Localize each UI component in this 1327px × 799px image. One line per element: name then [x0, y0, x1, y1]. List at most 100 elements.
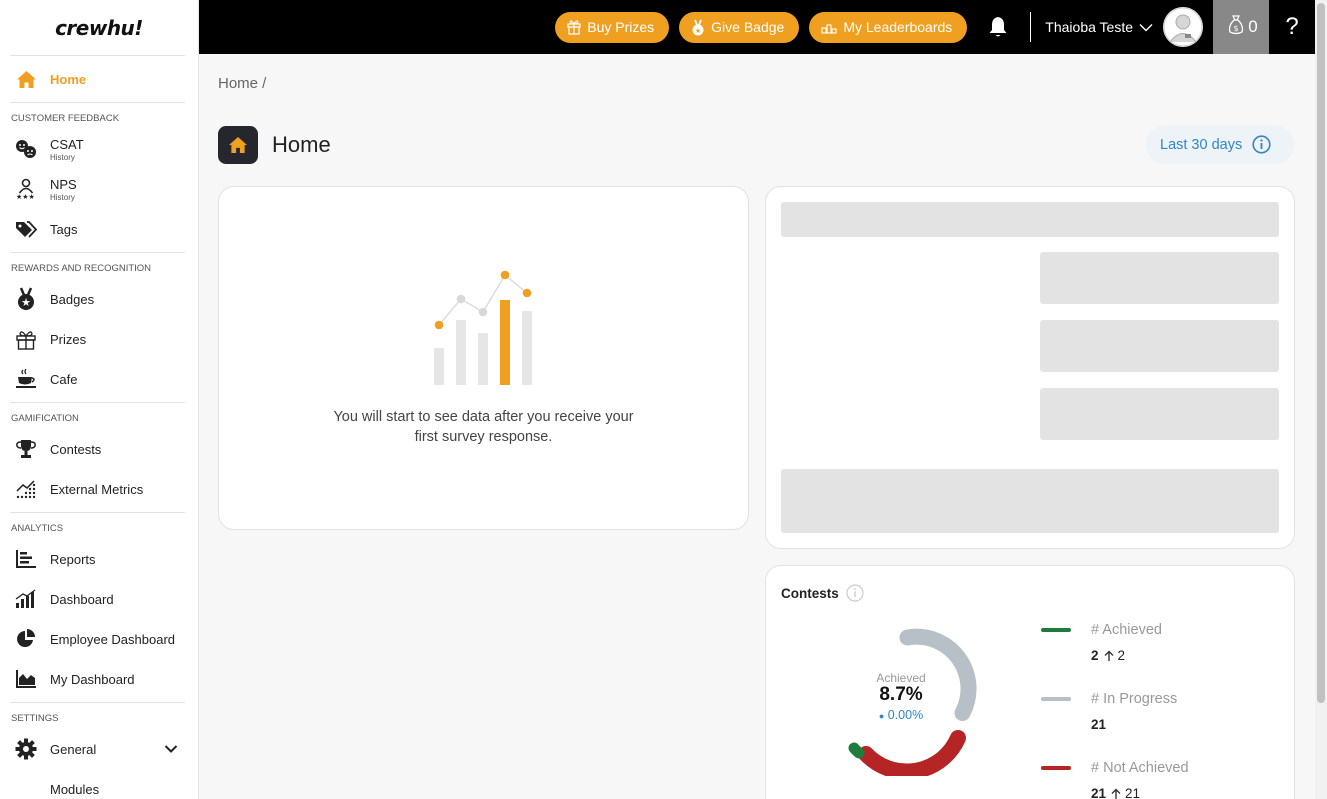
donut-center-label: Achieved	[876, 671, 926, 685]
svg-text:$: $	[1234, 24, 1239, 33]
skeleton-bar	[1040, 388, 1279, 440]
section-rewards: REWARDS AND RECOGNITION	[11, 263, 152, 274]
gift-icon	[15, 328, 37, 350]
skeleton-bar	[1040, 320, 1279, 372]
date-range-label: Last 30 days	[1160, 136, 1243, 153]
buy-prizes-button[interactable]: Buy Prizes	[555, 11, 670, 43]
smiley-faces-icon	[15, 138, 37, 160]
donut-center-delta: ● 0.00%	[878, 708, 924, 722]
section-customer-feedback: CUSTOMER FEEDBACK	[11, 113, 120, 124]
legend-value: 21	[1091, 717, 1107, 732]
avatar[interactable]	[1163, 7, 1203, 47]
breadcrumb[interactable]: Home /	[218, 75, 266, 92]
bar-list-icon	[15, 548, 37, 570]
legend-swatch	[1041, 628, 1071, 632]
sidebar-item-label: General	[50, 741, 97, 757]
sidebar-item-label: Home	[50, 71, 87, 87]
sidebar-item-cafe[interactable]: Cafe	[0, 359, 198, 399]
legend-value: 2 2	[1091, 648, 1126, 663]
sidebar-item-badges[interactable]: ★ Badges	[0, 279, 198, 319]
sidebar-item-employee-dashboard[interactable]: Employee Dashboard	[0, 619, 198, 659]
info-icon[interactable]	[846, 584, 864, 602]
legend-swatch	[1041, 766, 1071, 770]
sidebar-item-sublabel: History	[50, 152, 75, 162]
contests-card: Contests Achieved 8.7% ● 0.00% # Achieve…	[765, 565, 1295, 799]
top-bar: Buy Prizes ★ Give Badge My Leaderboards …	[199, 0, 1315, 54]
sidebar-item-reports[interactable]: Reports	[0, 539, 198, 579]
sidebar-item-label: Cafe	[50, 371, 78, 387]
skeleton-bar	[1040, 252, 1279, 304]
svg-text:★★★: ★★★	[16, 193, 35, 200]
sidebar: crewhu! Home CUSTOMER FEEDBACK CSAT Hist…	[0, 0, 199, 799]
medal-icon: ★	[15, 287, 37, 310]
user-menu[interactable]: Thaioba Teste	[1045, 19, 1153, 35]
buy-prizes-label: Buy Prizes	[587, 19, 655, 35]
sidebar-item-contests[interactable]: Contests	[0, 429, 198, 469]
user-name: Thaioba Teste	[1045, 19, 1133, 35]
sidebar-item-general[interactable]: General	[0, 729, 198, 769]
legend-label: # Achieved	[1091, 622, 1162, 638]
loading-card	[765, 186, 1295, 549]
money-bag-icon: $	[1228, 14, 1244, 40]
page-title: Home	[272, 132, 331, 157]
scrollbar[interactable]	[1315, 0, 1327, 799]
sidebar-item-label: External Metrics	[50, 481, 144, 497]
contests-title: Contests	[781, 584, 864, 602]
area-chart-icon	[15, 668, 37, 690]
page-header: Home	[218, 126, 331, 164]
sidebar-item-external-metrics[interactable]: External Metrics	[0, 469, 198, 509]
podium-icon	[821, 20, 837, 34]
coffee-cup-icon	[15, 368, 37, 390]
sidebar-item-modules[interactable]: Modules	[0, 769, 198, 799]
arrow-up-icon	[1111, 788, 1121, 799]
coins-counter[interactable]: $ 0	[1213, 0, 1269, 54]
sidebar-item-dashboard[interactable]: Dashboard	[0, 579, 198, 619]
donut-center-value: 8.7%	[879, 684, 923, 705]
sidebar-item-label: Prizes	[50, 331, 87, 347]
sidebar-item-tags[interactable]: Tags	[0, 209, 198, 249]
signal-bars-icon	[15, 588, 37, 610]
legend-swatch	[1041, 697, 1071, 701]
sidebar-item-home[interactable]: Home	[0, 56, 198, 102]
section-analytics: ANALYTICS	[11, 523, 64, 534]
arrow-up-icon	[1104, 650, 1114, 662]
give-badge-label: Give Badge	[711, 19, 785, 35]
trophy-icon	[15, 438, 37, 460]
my-leaderboards-button[interactable]: My Leaderboards	[809, 11, 968, 43]
donut-center: Achieved 8.7% ● 0.00%	[861, 671, 941, 722]
medal-icon: ★	[691, 19, 705, 36]
divider	[1030, 12, 1032, 42]
give-badge-button[interactable]: ★ Give Badge	[679, 11, 800, 43]
sidebar-item-nps[interactable]: ★★★ NPS History	[0, 169, 198, 209]
empty-state-message: You will start to see data after you rec…	[333, 409, 634, 445]
chevron-down-icon[interactable]	[164, 741, 178, 759]
legend-label: # Not Achieved	[1091, 760, 1189, 776]
chevron-down-icon	[1139, 23, 1153, 32]
tags-icon	[15, 218, 37, 240]
bell-icon[interactable]	[987, 16, 1009, 38]
sidebar-item-my-dashboard[interactable]: My Dashboard	[0, 659, 198, 699]
svg-text:★: ★	[21, 296, 31, 309]
coins-value: 0	[1248, 17, 1258, 36]
sidebar-item-prizes[interactable]: Prizes	[0, 319, 198, 359]
donut-segment-achieved	[848, 742, 865, 759]
legend-label: # In Progress	[1091, 691, 1178, 707]
logo[interactable]: crewhu!	[0, 0, 198, 55]
scrollbar-thumb[interactable]	[1317, 3, 1325, 703]
skeleton-bar	[781, 202, 1279, 237]
svg-text:★: ★	[695, 27, 701, 35]
home-icon	[218, 126, 258, 164]
skeleton-bar	[781, 469, 1279, 533]
pie-chart-icon	[15, 628, 37, 650]
donut-segment-not-achieved	[858, 730, 966, 776]
sidebar-item-label: Contests	[50, 441, 102, 457]
sidebar-item-label: Modules	[50, 781, 100, 797]
sidebar-item-csat[interactable]: CSAT History	[0, 129, 198, 169]
date-range-button[interactable]: Last 30 days	[1146, 125, 1294, 164]
sidebar-item-label: Reports	[50, 551, 96, 567]
empty-chart-illustration	[434, 270, 532, 385]
my-leaderboards-label: My Leaderboards	[843, 19, 953, 35]
person-rating-icon: ★★★	[15, 178, 37, 200]
help-button[interactable]: ?	[1269, 0, 1315, 54]
info-icon	[1252, 135, 1271, 154]
